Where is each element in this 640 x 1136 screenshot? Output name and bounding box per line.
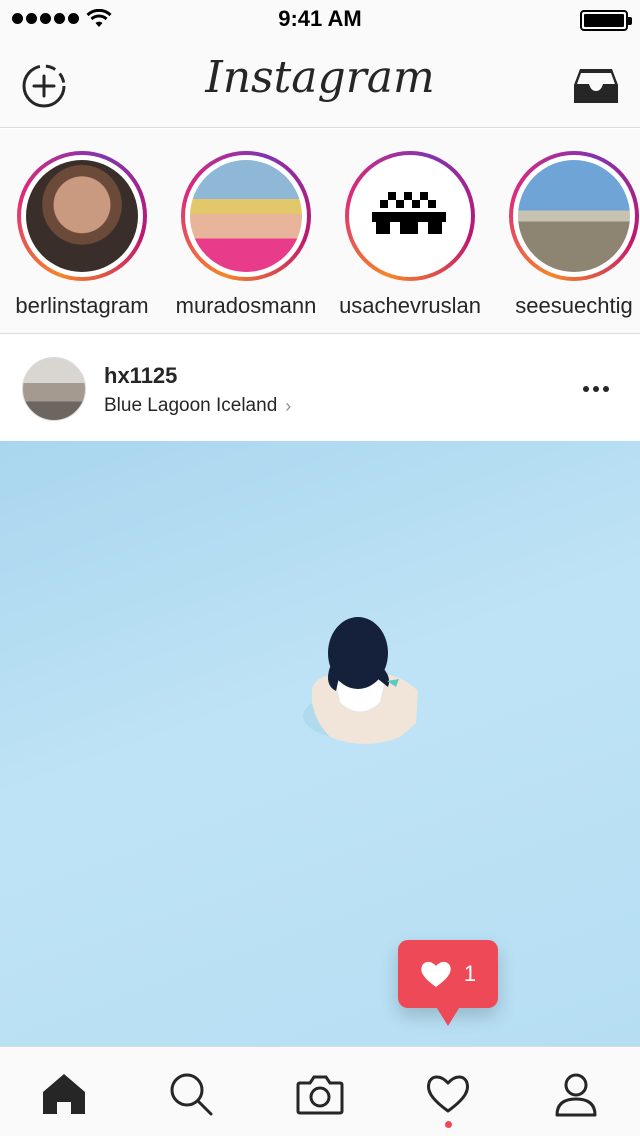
activity-indicator-dot [445,1121,452,1128]
inbox-icon [574,69,618,103]
heart-icon [427,1075,469,1113]
story-item[interactable]: usachevruslan [328,151,492,319]
post-username[interactable]: hx1125 [104,363,177,389]
camera-icon [296,1075,344,1115]
profile-icon [555,1073,597,1117]
more-options-button[interactable] [576,377,616,401]
status-time: 9:41 AM [278,6,362,31]
post-location-link[interactable]: Blue Lagoon Iceland › [104,395,291,417]
tab-profile[interactable] [549,1067,603,1121]
story-ring [345,151,475,281]
story-ring [17,151,147,281]
avatar [190,160,302,272]
story-username: berlinstagram [15,293,149,318]
notification-tail [432,1000,464,1026]
more-icon [583,386,589,392]
search-icon [170,1073,213,1116]
tab-activity[interactable] [421,1067,475,1121]
avatar [354,160,466,272]
story-username: seesuechtig [515,293,633,318]
status-bar: 9:41 AM [0,0,640,40]
post-avatar[interactable] [22,357,86,421]
stories-tray[interactable]: berlinstagram muradosmann usachevruslan … [0,129,640,334]
post-header: hx1125 Blue Lagoon Iceland › [0,335,640,441]
avatar [26,160,138,272]
story-item[interactable]: seesuechtig [492,151,640,319]
tab-bar [0,1046,640,1136]
post-location-label: Blue Lagoon Iceland [104,395,278,416]
avatar [518,160,630,272]
inbox-button[interactable] [570,60,622,112]
home-icon [43,1074,85,1114]
heart-filled-icon [421,961,451,987]
nav-bar: Instagram [0,40,640,128]
swimmer-figure [303,617,418,744]
story-item[interactable]: muradosmann [164,151,328,319]
like-count: 1 [463,961,477,986]
chevron-right-icon: › [285,395,292,416]
tab-home[interactable] [37,1067,91,1121]
story-ring [509,151,639,281]
tab-camera[interactable] [293,1067,347,1121]
like-notification[interactable]: 1 [398,940,498,1008]
story-ring [181,151,311,281]
pixel-art-icon [372,192,446,234]
post-image[interactable] [0,441,640,1046]
story-username: muradosmann [175,293,317,318]
app-logo: Instagram [205,52,435,103]
tab-search[interactable] [164,1067,218,1121]
battery-icon [580,10,632,31]
story-username: usachevruslan [339,293,481,318]
story-item[interactable]: berlinstagram [0,151,164,319]
